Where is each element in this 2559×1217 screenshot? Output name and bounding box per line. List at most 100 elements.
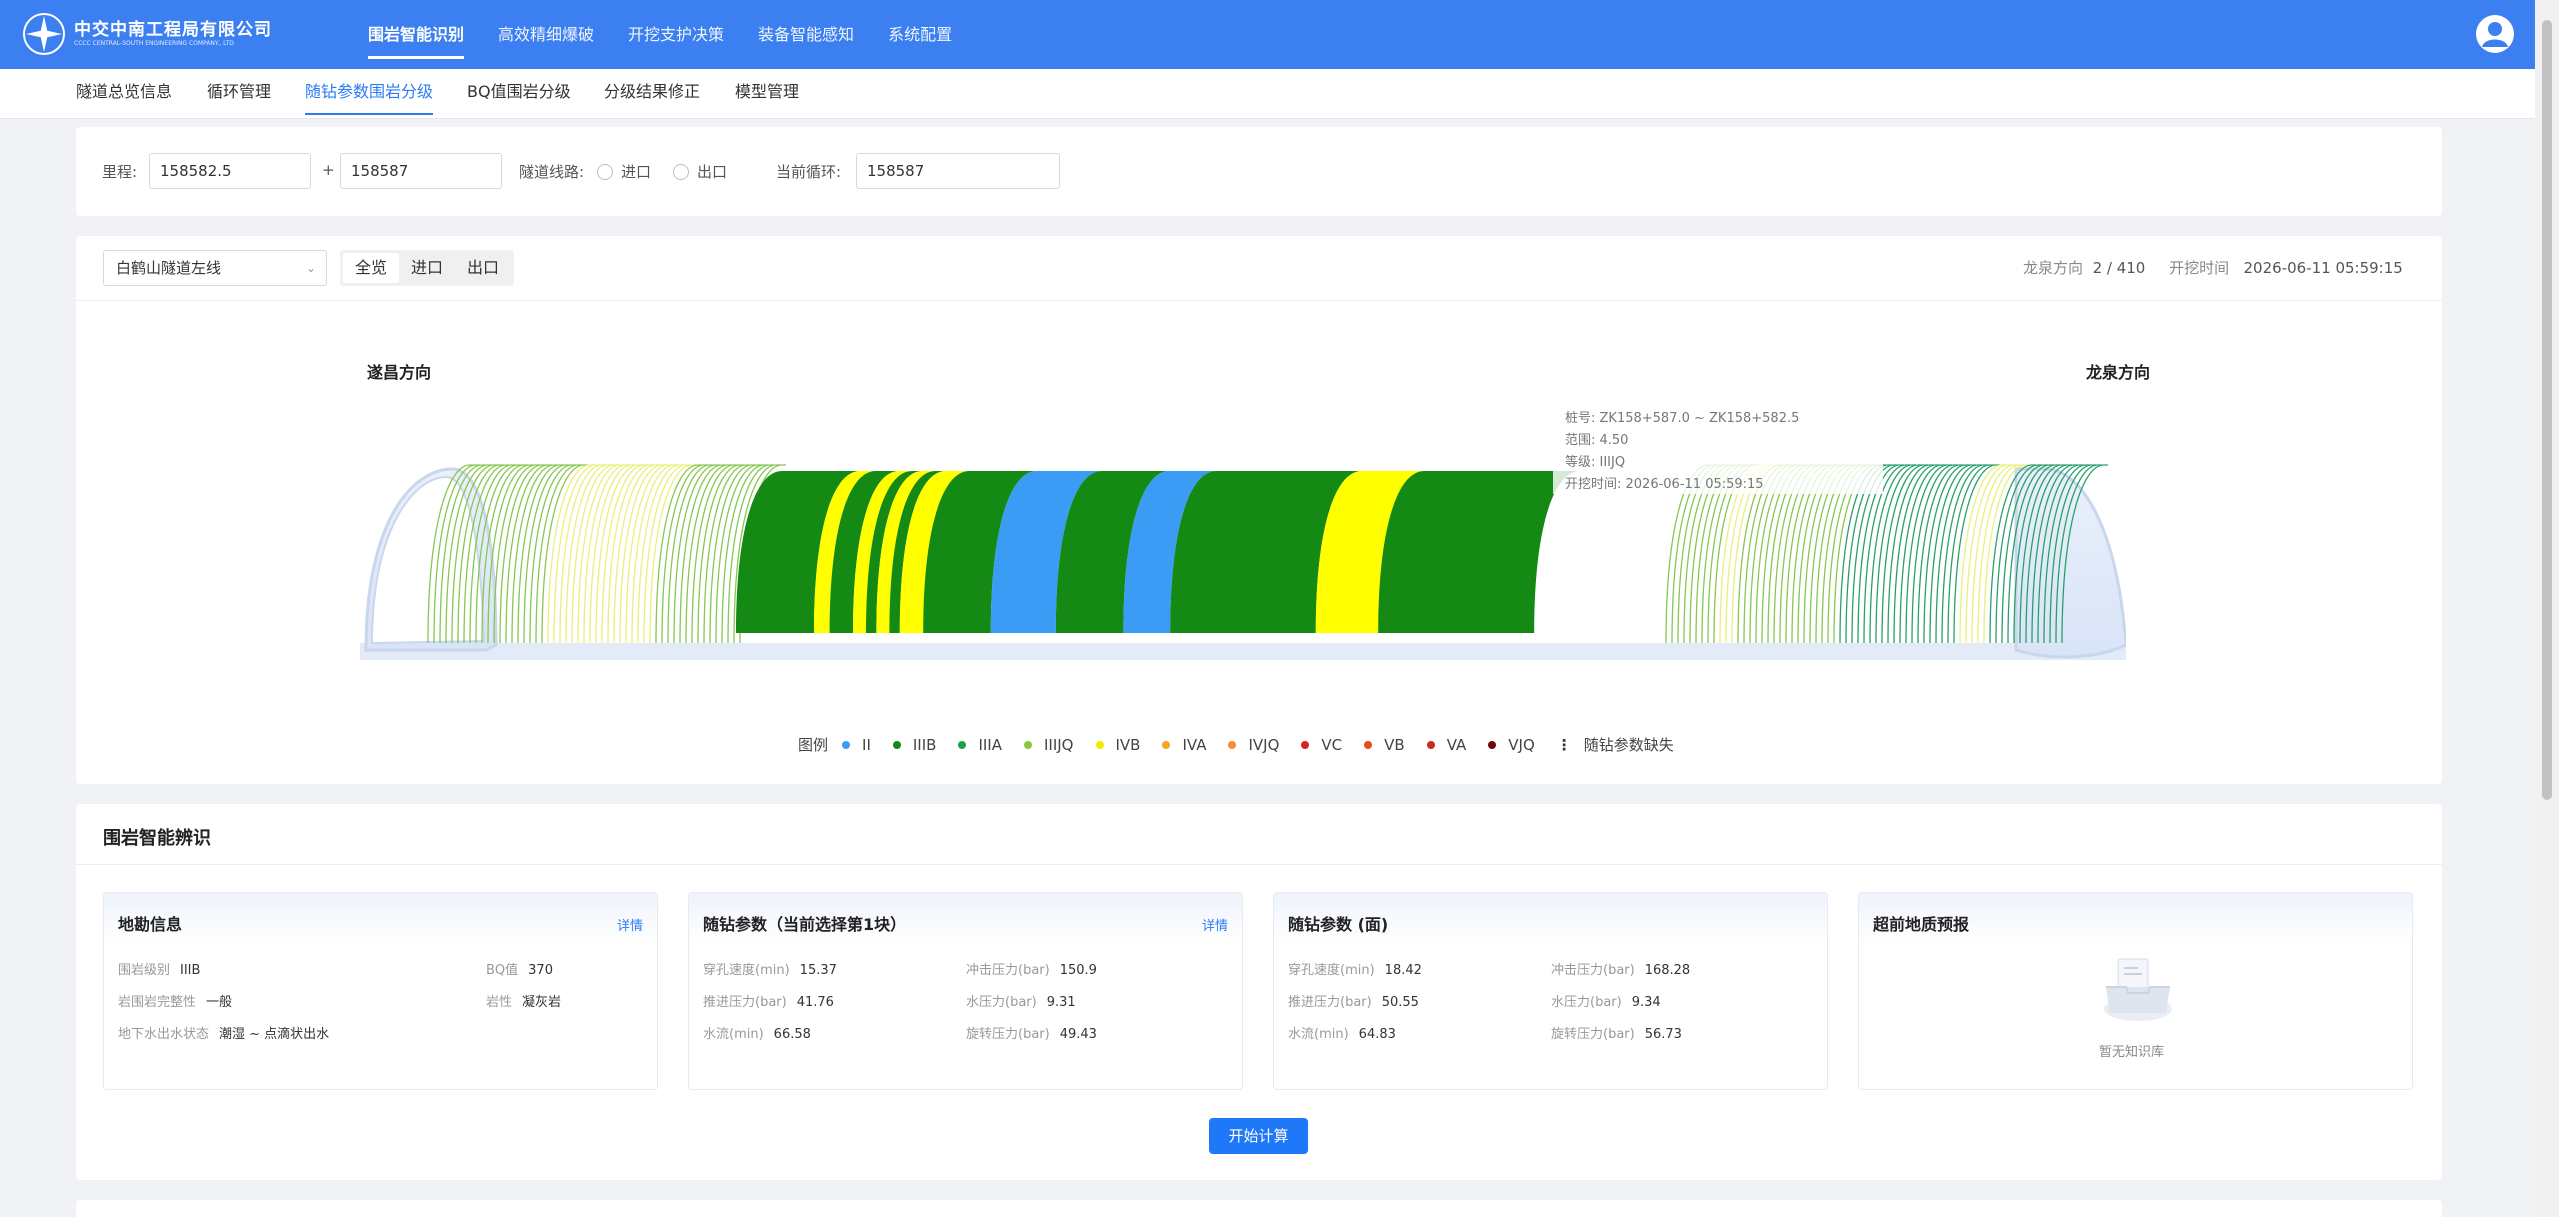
drill-param-item: 冲击压力(bar) 168.28 [1551,963,1691,978]
survey-item: 围岩级别 IIIB [118,963,201,978]
legend-swatch [1162,740,1171,749]
legend-item[interactable]: VJQ [1488,736,1535,754]
survey-detail-link[interactable]: 详情 [617,915,643,934]
more-vertical-icon: ⋮ [1556,735,1572,754]
start-calculation-button[interactable]: 开始计算 [1209,1118,1308,1154]
nav-support-decision[interactable]: 开挖支护决策 [628,0,724,69]
view-switch: 全览 进口 出口 [340,250,515,286]
radio-circle [597,163,613,180]
tab-result-correction[interactable]: 分级结果修正 [604,69,700,115]
drill-param-item: 旋转压力(bar) 49.43 [966,1027,1097,1042]
nav-system-config[interactable]: 系统配置 [888,0,952,69]
tab-drilling-classification[interactable]: 随钻参数围岩分级 [305,69,434,115]
drill-param-item: 水压力(bar) 9.31 [966,995,1076,1010]
drill-param-item: 水流(min) 66.58 [703,1027,811,1042]
logo-name-cn: 中交中南工程局有限公司 [74,20,272,40]
survey-item: 岩性 凝灰岩 [486,995,562,1010]
drill-selected-title: 随钻参数（当前选择第1块） [703,915,907,934]
view-tab-exit[interactable]: 出口 [455,253,511,283]
empty-box-icon [2104,958,2172,1021]
user-avatar[interactable] [2476,15,2514,53]
legend-label: IVA [1182,735,1207,754]
drill-param-item: 穿孔速度(min) 15.37 [703,963,837,978]
rock-section-title: 围岩智能辨识 [103,828,211,849]
legend-label: IIIA [978,735,1002,754]
route-option-entrance: 进口 [621,163,652,181]
drill-detail-link[interactable]: 详情 [1202,915,1228,934]
legend-item[interactable]: IIIJQ [1023,735,1074,754]
tunnel-select[interactable]: 白鹤山隧道左线 ⌄ [103,250,327,286]
legend-item[interactable]: VA [1426,735,1467,754]
legend-swatch [892,740,901,749]
tooltip-pile: 桩号: ZK158+587.0 ~ ZK158+582.5 [1565,411,1800,426]
legend-swatch [842,740,851,749]
nav-blasting[interactable]: 高效精细爆破 [498,0,594,69]
tab-bq-classification[interactable]: BQ值围岩分级 [467,69,571,115]
survey-item: 地下水出水状态 潮湿 ~ 点滴状出水 [118,1027,330,1042]
mileage-start-input[interactable]: 158582.5 [149,153,311,189]
drill-param-item: 水流(min) 64.83 [1288,1027,1396,1042]
legend-item[interactable]: II [842,736,871,754]
legend-label: VB [1384,735,1405,754]
radio-circle [673,163,689,180]
legend-item[interactable]: IVA [1162,736,1206,754]
legend-items: II IIIB IIIA IIIJQ IVB IVA IVJQ VC VB VA VJQ [842,736,1557,754]
next-card [76,1200,2442,1217]
legend-swatch [1364,740,1373,749]
legend-label: IIIJQ [1043,735,1074,754]
left-direction-label: 遂昌方向 [367,363,432,382]
mileage-plus: + [322,161,335,179]
drill-param-item: 推进压力(bar) 50.55 [1288,995,1419,1010]
filter-card: 里程: 158582.5 + 158587 隧道线路: 进口 出口 当前循环: … [76,127,2442,216]
tab-model-management[interactable]: 模型管理 [735,69,799,115]
view-tab-all[interactable]: 全览 [343,253,400,283]
legend-swatch [1023,740,1032,749]
nav-equipment-sensing[interactable]: 装备智能感知 [758,0,854,69]
logo-name-en: CCCC CENTRAL-SOUTH ENGINEERING COMPANY.,… [74,40,234,47]
route-label: 隧道线路: [519,163,585,181]
cycle-input[interactable]: 158587 [856,153,1060,189]
legend-label: VA [1446,735,1467,754]
legend-item[interactable]: IVB [1095,735,1141,754]
tab-tunnel-overview[interactable]: 隧道总览信息 [76,69,172,115]
cycle-label: 当前循环: [776,163,842,181]
legend-swatch [1095,740,1104,749]
legend-item[interactable]: IIIB [892,736,936,754]
legend-swatch [958,740,967,749]
legend-label: IVB [1115,735,1141,754]
tunnel-segment[interactable] [1378,471,1581,633]
legend-item-missing[interactable]: ⋮ 随钻参数缺失 [1557,734,1674,755]
user-icon [2482,22,2508,47]
legend-item[interactable]: IIIA [958,736,1002,754]
legend-item[interactable]: VC [1301,736,1342,754]
survey-item: BQ值 370 [486,963,553,978]
route-radio-exit[interactable]: 出口 [673,161,727,182]
legend-swatch [1426,740,1435,749]
divider [76,864,2442,865]
view-tab-entrance[interactable]: 进口 [399,253,455,283]
drill-param-item: 冲击压力(bar) 150.9 [966,963,1097,978]
legend-item[interactable]: IVJQ [1228,736,1279,754]
drill-param-item: 推进压力(bar) 41.76 [703,995,834,1010]
divider [76,300,2442,301]
legend-swatch [1301,740,1310,749]
company-logo-icon [23,13,65,55]
legend-label: VJQ [1508,735,1535,754]
geology-forecast-panel: 超前地质预报 暂无知识库 [1858,892,2413,1090]
company-logo[interactable]: 中交中南工程局有限公司 CCCC CENTRAL-SOUTH ENGINEERI… [22,12,272,56]
drill-param-item: 旋转压力(bar) 56.73 [1551,1027,1682,1042]
page-scrollbar[interactable] [2535,0,2559,1217]
top-navigation-bar: 中交中南工程局有限公司 CCCC CENTRAL-SOUTH ENGINEERI… [0,0,2559,69]
mileage-end-input[interactable]: 158587 [340,153,502,189]
scrollbar-thumb[interactable] [2542,20,2552,800]
survey-panel-title: 地勘信息 [118,915,183,934]
tab-cycle-management[interactable]: 循环管理 [207,69,271,115]
legend-item[interactable]: VB [1364,736,1405,754]
tunnel-floor [360,643,2126,660]
survey-info-panel: 地勘信息 详情 围岩级别 IIIB BQ值 370 岩围岩完整性 一般 岩性 凝灰岩 地… [103,892,658,1090]
route-radio-entrance[interactable]: 进口 [597,161,651,182]
progress-info: 龙泉方向 2 / 410 开挖时间 2026-06-11 05:59:15 [2023,257,2403,278]
legend-label: VC [1321,735,1343,754]
progress-count: 2 / 410 [2092,259,2146,277]
nav-rock-identification[interactable]: 围岩智能识别 [368,0,465,69]
